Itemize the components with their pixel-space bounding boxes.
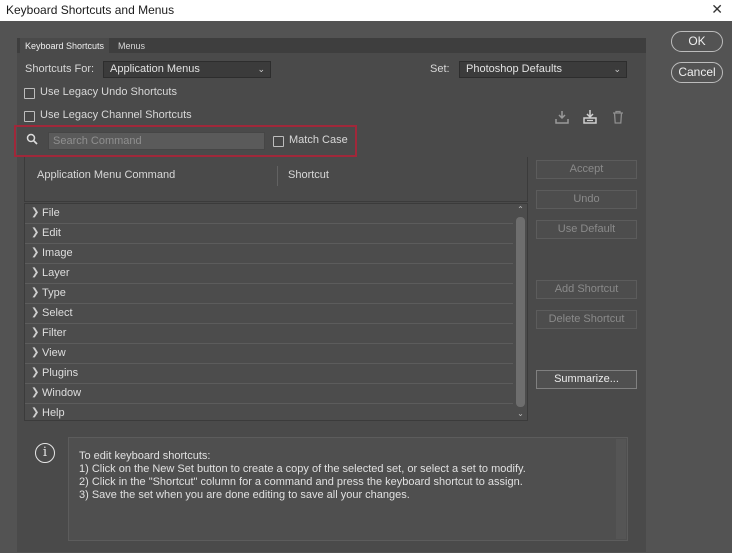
list-item-label: Type — [42, 287, 66, 299]
list-item-label: Window — [42, 387, 82, 399]
list-item-file[interactable]: ❯ File — [25, 204, 513, 224]
match-case-checkbox[interactable] — [273, 136, 284, 147]
chevron-right-icon: ❯ — [31, 287, 40, 298]
chevron-right-icon: ❯ — [31, 367, 40, 378]
info-scrollbar[interactable] — [616, 439, 626, 539]
trash-icon[interactable] — [609, 109, 627, 127]
use-default-button[interactable]: Use Default — [536, 220, 637, 239]
search-command-input[interactable] — [48, 132, 265, 150]
column-divider[interactable] — [277, 166, 278, 186]
list-item-label: Filter — [42, 327, 67, 339]
legacy-channel-label: Use Legacy Channel Shortcuts — [40, 109, 192, 121]
window-title: Keyboard Shortcuts and Menus — [6, 3, 175, 17]
ok-button[interactable]: OK — [671, 31, 723, 52]
accept-button[interactable]: Accept — [536, 160, 637, 179]
chevron-down-icon: ⌄ — [613, 64, 621, 74]
list-item-type[interactable]: ❯ Type — [25, 284, 513, 304]
shortcuts-for-select[interactable]: Application Menus ⌄ — [103, 61, 271, 78]
list-item-label: Select — [42, 307, 73, 319]
undo-button[interactable]: Undo — [536, 190, 637, 209]
summarize-button[interactable]: Summarize... — [536, 370, 637, 389]
info-line-3: 2) Click in the "Shortcut" column for a … — [79, 476, 523, 488]
list-item-view[interactable]: ❯ View — [25, 344, 513, 364]
chevron-right-icon: ❯ — [31, 387, 40, 398]
chevron-up-icon[interactable]: ⌃ — [514, 204, 527, 216]
chevron-right-icon: ❯ — [31, 307, 40, 318]
list-item-window[interactable]: ❯ Window — [25, 384, 513, 404]
legacy-undo-label: Use Legacy Undo Shortcuts — [40, 86, 177, 98]
list-item-label: Layer — [42, 267, 70, 279]
list-item-help[interactable]: ❯ Help — [25, 404, 513, 420]
download-icon[interactable] — [553, 109, 571, 127]
chevron-right-icon: ❯ — [31, 267, 40, 278]
title-bar: Keyboard Shortcuts and Menus ✕ — [0, 0, 732, 21]
delete-shortcut-button[interactable]: Delete Shortcut — [536, 310, 637, 329]
list-item-image[interactable]: ❯ Image — [25, 244, 513, 264]
chevron-right-icon: ❯ — [31, 407, 40, 418]
tab-bar — [17, 38, 646, 54]
scrollbar-thumb[interactable] — [516, 217, 525, 407]
new-set-icon[interactable] — [581, 109, 599, 127]
add-shortcut-button[interactable]: Add Shortcut — [536, 280, 637, 299]
list-item-filter[interactable]: ❯ Filter — [25, 324, 513, 344]
chevron-down-icon[interactable]: ⌄ — [514, 408, 527, 420]
list-item-label: File — [42, 207, 60, 219]
close-icon[interactable]: ✕ — [711, 1, 723, 18]
list-item-label: Edit — [42, 227, 61, 239]
chevron-right-icon: ❯ — [31, 247, 40, 258]
cancel-button[interactable]: Cancel — [671, 62, 723, 83]
legacy-undo-checkbox[interactable] — [24, 88, 35, 99]
list-item-label: Help — [42, 407, 65, 419]
shortcuts-for-label: Shortcuts For: — [25, 63, 95, 75]
search-icon — [24, 132, 40, 148]
set-label: Set: — [430, 63, 450, 75]
command-list: ❯ File ❯ Edit ❯ Image ❯ Layer ❯ Type ❯ Select … — [24, 203, 528, 421]
list-item-label: View — [42, 347, 66, 359]
chevron-right-icon: ❯ — [31, 207, 40, 218]
tab-menus[interactable]: Menus — [113, 38, 150, 54]
match-case-label: Match Case — [289, 134, 348, 146]
info-line-4: 3) Save the set when you are done editin… — [79, 489, 410, 501]
list-item-layer[interactable]: ❯ Layer — [25, 264, 513, 284]
info-line-1: To edit keyboard shortcuts: — [79, 450, 211, 462]
info-icon: i — [35, 443, 55, 463]
chevron-right-icon: ❯ — [31, 327, 40, 338]
list-item-select[interactable]: ❯ Select — [25, 304, 513, 324]
chevron-down-icon: ⌄ — [257, 64, 265, 74]
set-value: Photoshop Defaults — [466, 63, 563, 75]
list-item-label: Plugins — [42, 367, 79, 379]
column-header-command: Application Menu Command — [37, 169, 176, 181]
legacy-channel-checkbox[interactable] — [24, 111, 35, 122]
chevron-right-icon: ❯ — [31, 347, 40, 358]
list-item-plugins[interactable]: ❯ Plugins — [25, 364, 513, 384]
list-item-label: Image — [42, 247, 73, 259]
chevron-right-icon: ❯ — [31, 227, 40, 238]
list-item-edit[interactable]: ❯ Edit — [25, 224, 513, 244]
column-header-shortcut: Shortcut — [288, 169, 329, 181]
set-select[interactable]: Photoshop Defaults ⌄ — [459, 61, 627, 78]
shortcuts-for-value: Application Menus — [110, 63, 200, 75]
list-scrollbar[interactable]: ⌃ ⌄ — [514, 204, 527, 420]
info-line-2: 1) Click on the New Set button to create… — [79, 463, 526, 475]
tab-keyboard-shortcuts[interactable]: Keyboard Shortcuts — [20, 38, 110, 54]
